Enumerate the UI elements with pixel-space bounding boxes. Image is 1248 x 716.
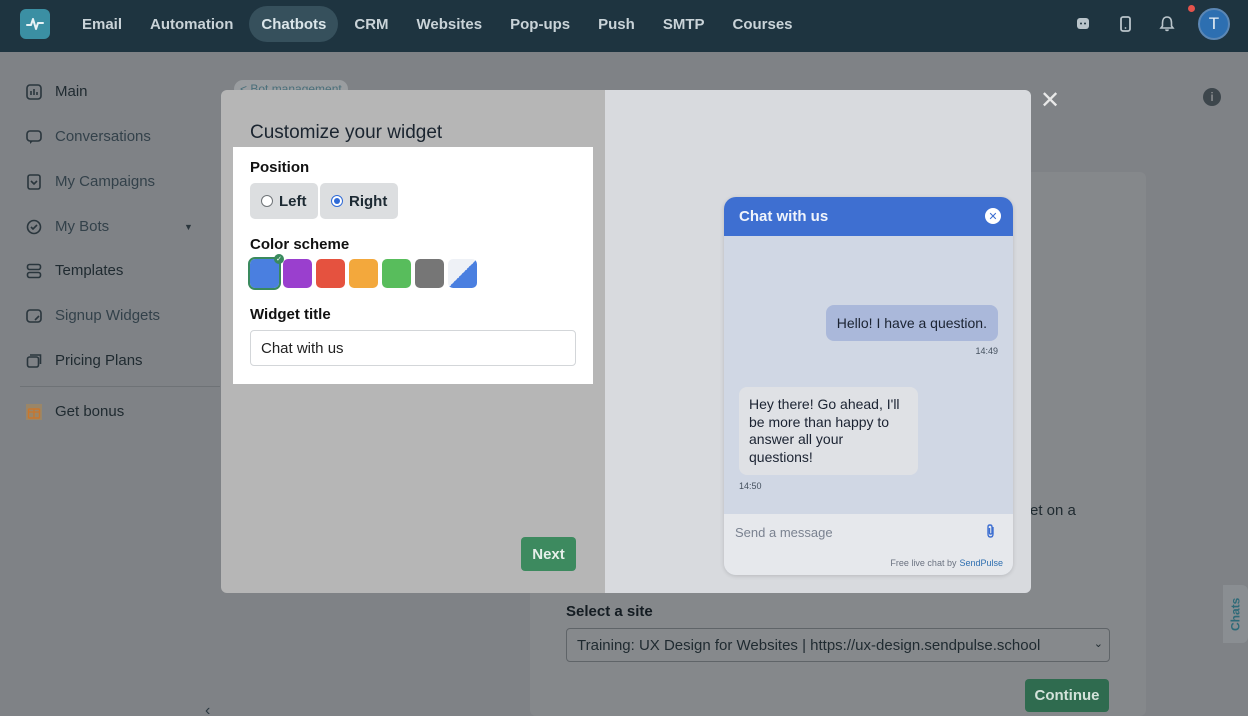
- dashboard-icon: [26, 83, 42, 100]
- select-site-label: Select a site: [566, 603, 653, 620]
- sidebar: Main Conversations My Campaigns My Bots …: [0, 52, 240, 716]
- notification-dot: [1188, 5, 1195, 12]
- widget-settings-form: Position Left Right Color scheme ✓ Widge…: [233, 147, 593, 384]
- pricing-icon: [26, 353, 42, 368]
- sidebar-item-pricing-plans[interactable]: Pricing Plans: [26, 352, 143, 369]
- outgoing-timestamp: 14:49: [975, 346, 998, 356]
- chat-footer: Free live chat by SendPulse: [724, 551, 1013, 575]
- color-swatch-custom[interactable]: [448, 259, 477, 288]
- chats-tab[interactable]: Chats: [1223, 585, 1248, 643]
- position-label: Position: [250, 159, 310, 176]
- color-swatch-green[interactable]: [382, 259, 411, 288]
- nav-automation[interactable]: Automation: [138, 6, 245, 42]
- color-swatch-blue[interactable]: ✓: [248, 254, 284, 290]
- sidebar-item-label: Conversations: [55, 128, 151, 145]
- sidebar-item-my-campaigns[interactable]: My Campaigns: [26, 173, 155, 190]
- color-swatches: ✓: [248, 254, 477, 290]
- partial-text: et on a: [1030, 502, 1076, 519]
- color-swatch-red[interactable]: [316, 259, 345, 288]
- sidebar-item-label: My Campaigns: [55, 173, 156, 190]
- nav-smtp[interactable]: SMTP: [651, 6, 717, 42]
- sendpulse-logo-icon[interactable]: [20, 9, 50, 39]
- sidebar-item-conversations[interactable]: Conversations: [26, 128, 151, 145]
- position-left-label: Left: [279, 192, 307, 210]
- nav-crm[interactable]: CRM: [342, 6, 400, 42]
- info-icon[interactable]: i: [1203, 88, 1221, 106]
- continue-button[interactable]: Continue: [1025, 679, 1109, 712]
- modal-settings-panel: Customize your widget Position Left Righ…: [221, 90, 605, 593]
- bell-icon[interactable]: [1156, 13, 1178, 35]
- color-swatch-orange[interactable]: [349, 259, 378, 288]
- message-input[interactable]: Send a message: [724, 514, 1013, 551]
- footer-brand-link[interactable]: SendPulse: [959, 558, 1003, 568]
- sidebar-item-main[interactable]: Main: [26, 83, 88, 100]
- nav-courses[interactable]: Courses: [720, 6, 804, 42]
- campaign-icon: [27, 173, 41, 190]
- footer-text: Free live chat by: [890, 558, 957, 568]
- position-right-option[interactable]: Right: [320, 183, 399, 219]
- mobile-icon[interactable]: [1114, 13, 1136, 35]
- chat-widget-preview: Chat with us ✕ Hello! I have a question.…: [724, 197, 1013, 575]
- chat-icon[interactable]: [1072, 13, 1094, 35]
- top-navigation: Email Automation Chatbots CRM Websites P…: [0, 0, 1248, 52]
- top-right-actions: T: [1072, 8, 1230, 40]
- chat-header-title: Chat with us: [739, 208, 829, 225]
- close-icon[interactable]: ✕: [985, 208, 1001, 224]
- incoming-message: Hey there! Go ahead, I'll be more than h…: [739, 387, 918, 475]
- gift-icon: [26, 403, 42, 420]
- main-nav: Email Automation Chatbots CRM Websites P…: [70, 6, 809, 42]
- sidebar-item-label: Main: [55, 83, 88, 100]
- user-avatar[interactable]: T: [1198, 8, 1230, 40]
- sidebar-item-get-bonus[interactable]: Get bonus: [26, 403, 124, 420]
- sidebar-item-label: Signup Widgets: [55, 307, 161, 324]
- templates-icon: [26, 263, 42, 278]
- site-select[interactable]: Training: UX Design for Websites | https…: [566, 628, 1110, 662]
- chat-illustration-icon: [1015, 200, 1031, 310]
- message-input-placeholder: Send a message: [735, 525, 833, 540]
- radio-left[interactable]: [261, 195, 273, 207]
- sidebar-item-label: My Bots: [55, 218, 110, 235]
- chat-header: Chat with us ✕: [724, 197, 1013, 236]
- nav-popups[interactable]: Pop-ups: [498, 6, 582, 42]
- customize-widget-modal: Customize your widget Position Left Righ…: [221, 90, 1031, 593]
- sidebar-divider: [20, 386, 220, 387]
- sidebar-item-my-bots[interactable]: My Bots ▼: [26, 218, 193, 235]
- close-icon[interactable]: ✕: [1040, 86, 1060, 115]
- collapse-sidebar-icon[interactable]: ‹: [205, 702, 210, 716]
- sidebar-item-templates[interactable]: Templates: [26, 262, 123, 279]
- color-swatch-purple[interactable]: [283, 259, 312, 288]
- radio-right[interactable]: [331, 195, 343, 207]
- next-button[interactable]: Next: [521, 537, 576, 571]
- sidebar-item-label: Get bonus: [55, 403, 125, 420]
- attachment-icon[interactable]: [983, 523, 999, 539]
- widget-preview-panel: Chat with us ✕ Hello! I have a question.…: [605, 90, 1031, 593]
- color-swatch-gray[interactable]: [415, 259, 444, 288]
- widget-title-label: Widget title: [250, 306, 331, 323]
- chat-bubble-icon: [26, 129, 42, 144]
- nav-email[interactable]: Email: [70, 6, 134, 42]
- position-right-label: Right: [349, 192, 388, 210]
- site-select-value: Training: UX Design for Websites | https…: [577, 636, 1041, 654]
- sidebar-item-label: Templates: [55, 262, 124, 279]
- position-left-option[interactable]: Left: [250, 183, 318, 219]
- sidebar-item-signup-widgets[interactable]: Signup Widgets: [26, 307, 160, 324]
- nav-push[interactable]: Push: [586, 6, 647, 42]
- chevron-down-icon: ⌄: [1093, 638, 1103, 650]
- chevron-down-icon[interactable]: ▼: [184, 222, 193, 232]
- nav-websites[interactable]: Websites: [405, 6, 495, 42]
- outgoing-message: Hello! I have a question.: [825, 305, 998, 341]
- modal-title: Customize your widget: [250, 122, 443, 143]
- color-scheme-label: Color scheme: [250, 236, 350, 253]
- sidebar-item-label: Pricing Plans: [55, 352, 143, 369]
- widget-title-input[interactable]: Chat with us: [250, 330, 576, 366]
- nav-chatbots[interactable]: Chatbots: [249, 6, 339, 42]
- incoming-timestamp: 14:50: [739, 481, 762, 491]
- bot-icon: [26, 219, 42, 234]
- widget-icon: [26, 308, 42, 323]
